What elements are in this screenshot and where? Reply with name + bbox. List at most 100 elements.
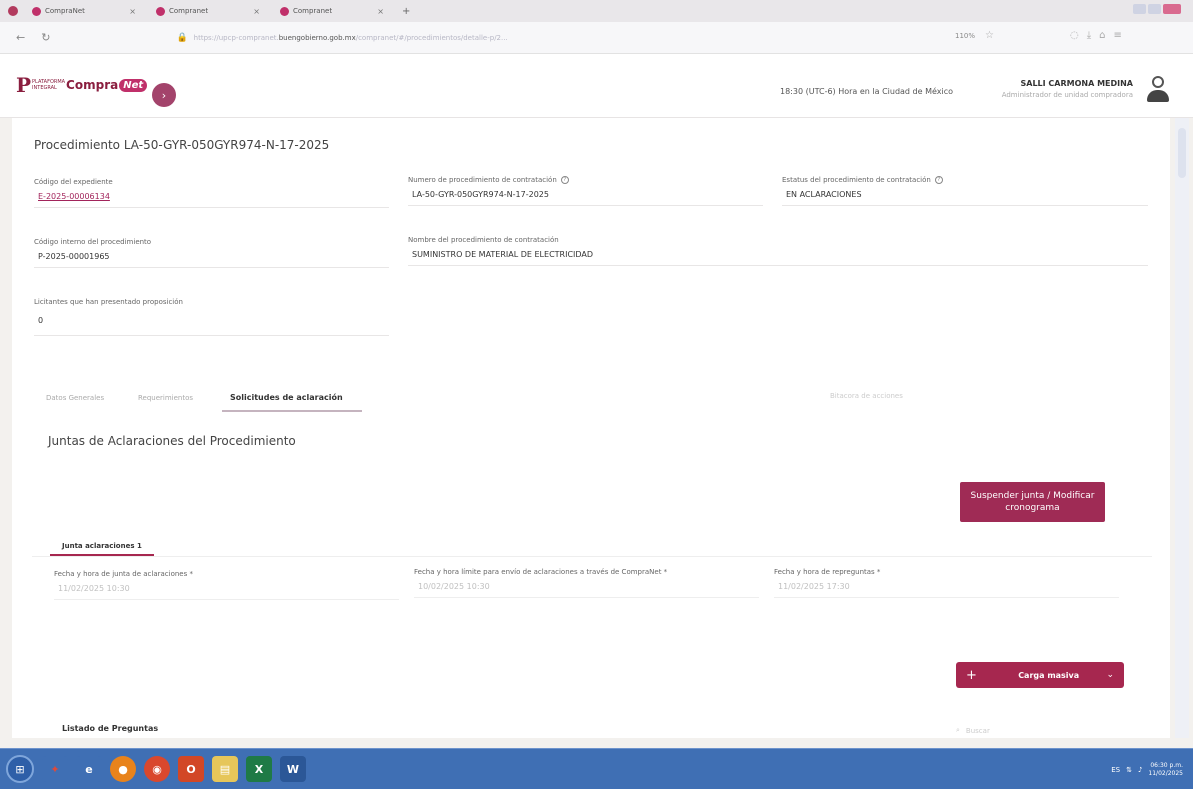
field-fecha-repreguntas: Fecha y hora de repreguntas * 11/02/2025…: [774, 568, 1119, 598]
field-label: Nombre del procedimiento de contratación: [408, 236, 559, 244]
excel-icon[interactable]: X: [246, 756, 272, 782]
browser-menu-icon[interactable]: [8, 6, 18, 16]
page-title: Procedimiento LA-50-GYR-050GYR974-N-17-2…: [34, 138, 330, 152]
close-tab-icon[interactable]: ×: [377, 7, 384, 16]
zoom-level[interactable]: 110%: [955, 32, 975, 40]
browser-tab-label: Compranet: [293, 7, 333, 15]
file-explorer-icon[interactable]: ▤: [212, 756, 238, 782]
field-fecha-junta: Fecha y hora de junta de aclaraciones * …: [54, 570, 399, 600]
codigo-expediente-link[interactable]: E-2025-00006134: [34, 186, 389, 208]
fecha-repreguntas-input[interactable]: 11/02/2025 17:30: [774, 576, 1119, 598]
compranet-favicon-icon: [32, 6, 41, 16]
browser-tab-1[interactable]: CompraNet ×: [26, 0, 150, 22]
app-icon-1[interactable]: ✦: [42, 756, 68, 782]
close-window-button[interactable]: [1163, 4, 1181, 14]
edge-icon[interactable]: e: [76, 756, 102, 782]
field-label: Fecha y hora de repreguntas *: [774, 568, 881, 576]
fecha-limite-input[interactable]: 10/02/2025 10:30: [414, 576, 759, 598]
field-numero-procedimiento: Numero de procedimiento de contratación?…: [408, 176, 763, 206]
estatus-value: EN ACLARACIONES: [782, 184, 1148, 206]
listado-preguntas-title: Listado de Preguntas: [62, 724, 159, 733]
maximize-button[interactable]: [1148, 4, 1161, 14]
carga-masiva-button[interactable]: + Carga masiva ⌄: [956, 662, 1124, 688]
chevron-right-icon: ›: [161, 88, 167, 102]
codigo-interno-value: P-2025-00001965: [34, 246, 389, 268]
tray-clock[interactable]: 06:30 p.m. 11/02/2025: [1148, 762, 1183, 778]
search-icon: ⌕: [956, 726, 960, 734]
field-codigo-expediente: Código del expediente E-2025-00006134: [34, 178, 389, 208]
outlook-icon[interactable]: O: [178, 756, 204, 782]
numero-procedimiento-value: LA-50-GYR-050GYR974-N-17-2025: [408, 184, 763, 206]
start-button[interactable]: ⊞: [6, 755, 34, 783]
window-controls: [1133, 4, 1181, 14]
field-label: Licitantes que han presentado proposició…: [34, 298, 183, 306]
minimize-button[interactable]: [1133, 4, 1146, 14]
system-tray: ES ⇅ ♪ 06:30 p.m. 11/02/2025: [1111, 762, 1183, 778]
browser-tab-2[interactable]: Compranet ×: [150, 0, 274, 22]
close-tab-icon[interactable]: ×: [253, 7, 260, 16]
browser-tab-label: Compranet: [169, 7, 209, 15]
taskbar: ⊞ ✦ e ● ◉ O ▤ X W ES ⇅ ♪ 06:30 p.m. 11/0…: [0, 748, 1193, 789]
browser-tab-label: CompraNet: [45, 7, 85, 15]
new-tab-button[interactable]: +: [402, 6, 410, 17]
reload-icon[interactable]: ↻: [41, 31, 50, 44]
tab-solicitudes-aclaracion[interactable]: Solicitudes de aclaración: [230, 393, 343, 402]
field-estatus: Estatus del procedimiento de contratació…: [782, 176, 1148, 206]
page-scrollbar[interactable]: [1175, 118, 1189, 738]
word-icon[interactable]: W: [280, 756, 306, 782]
main-content: Procedimiento LA-50-GYR-050GYR974-N-17-2…: [12, 118, 1170, 738]
tab-bitacora[interactable]: Bitacora de acciones: [830, 392, 903, 400]
compranet-favicon-icon: [156, 6, 165, 16]
fecha-junta-input[interactable]: 11/02/2025 10:30: [54, 578, 399, 600]
lock-icon: 🔒: [176, 32, 188, 43]
licitantes-value: 0: [34, 306, 389, 336]
suspend-junta-button[interactable]: Suspender junta / Modificar cronograma: [960, 482, 1105, 522]
browser-tab-3[interactable]: Compranet ×: [274, 0, 398, 22]
carga-masiva-label: Carga masiva: [1018, 670, 1080, 680]
chrome-icon[interactable]: ●: [110, 756, 136, 782]
field-label: Código interno del procedimiento: [34, 238, 152, 246]
browser-toolbar: ← ↻ 🔒 https://upcp-compranet.buengobiern…: [0, 22, 1193, 54]
compranet-favicon-icon: [280, 6, 289, 16]
user-avatar-icon[interactable]: [1145, 76, 1171, 106]
field-label: Estatus del procedimiento de contratació…: [782, 176, 1148, 184]
field-codigo-interno: Código interno del procedimiento P-2025-…: [34, 238, 389, 268]
nombre-procedimiento-value: SUMINISTRO DE MATERIAL DE ELECTRICIDAD: [408, 244, 1148, 266]
volume-icon[interactable]: ♪: [1138, 766, 1142, 774]
tab-junta-aclaraciones-1[interactable]: Junta aclaraciones 1: [50, 542, 154, 556]
back-icon[interactable]: ←: [16, 31, 25, 44]
field-nombre-procedimiento: Nombre del procedimiento de contratación…: [408, 236, 1148, 266]
field-label: Código del expediente: [34, 178, 113, 186]
header-clock: 18:30 (UTC-6) Hora en la Ciudad de Méxic…: [780, 87, 954, 96]
plus-icon: +: [966, 667, 977, 683]
network-icon[interactable]: ⇅: [1126, 766, 1132, 774]
help-icon[interactable]: ?: [560, 176, 569, 184]
search-input[interactable]: Buscar: [966, 727, 990, 735]
scrollbar-thumb[interactable]: [1178, 128, 1186, 178]
field-label: Fecha y hora de junta de aclaraciones *: [54, 570, 193, 578]
browser-tabstrip: CompraNet × Compranet × Compranet × +: [0, 0, 1193, 22]
close-tab-icon[interactable]: ×: [129, 7, 136, 16]
field-licitantes: Licitantes que han presentado proposició…: [34, 298, 389, 336]
section-title: Juntas de Aclaraciones del Procedimiento: [48, 434, 296, 448]
divider: [32, 556, 1152, 557]
menu-expand-button[interactable]: ›: [152, 83, 176, 107]
tab-requerimientos[interactable]: Requerimientos: [138, 394, 193, 402]
user-role: Administrador de unidad compradora: [1001, 91, 1133, 99]
search-box[interactable]: ⌕ Buscar: [956, 726, 990, 735]
help-icon[interactable]: ?: [934, 176, 943, 184]
bookmark-star-icon[interactable]: ☆: [985, 30, 994, 41]
app-header: P PLATAFORMA INTEGRAL Compra Net › 18:30…: [0, 54, 1193, 118]
field-label: Numero de procedimiento de contratación?: [408, 176, 763, 184]
language-indicator[interactable]: ES: [1111, 766, 1120, 774]
firefox-icon[interactable]: ◉: [144, 756, 170, 782]
compranet-logo[interactable]: P PLATAFORMA INTEGRAL Compra Net: [16, 75, 148, 95]
active-tab-indicator: [222, 410, 362, 412]
field-label: Fecha y hora límite para envío de aclara…: [414, 568, 668, 576]
address-bar[interactable]: https://upcp-compranet.buengobierno.gob.…: [194, 34, 508, 42]
tab-datos-generales[interactable]: Datos Generales: [46, 394, 104, 402]
chevron-down-icon: ⌄: [1106, 670, 1114, 680]
browser-tools-icons[interactable]: ◌⤓⌂≡: [1070, 30, 1130, 41]
user-name[interactable]: SALLI CARMONA MEDINA: [1021, 79, 1134, 88]
field-fecha-limite: Fecha y hora límite para envío de aclara…: [414, 568, 759, 598]
